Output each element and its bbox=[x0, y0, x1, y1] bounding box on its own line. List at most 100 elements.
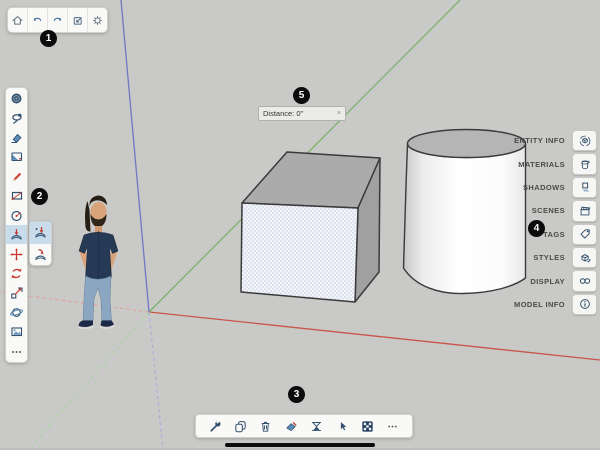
axis-green-negative bbox=[28, 312, 149, 450]
orbit-icon bbox=[9, 305, 24, 320]
undo-button[interactable] bbox=[28, 8, 48, 32]
tags-button[interactable] bbox=[572, 224, 597, 245]
paint-button[interactable] bbox=[281, 414, 301, 438]
more-icon bbox=[385, 419, 400, 434]
home-button[interactable] bbox=[8, 8, 28, 32]
push-pull-icon bbox=[33, 225, 48, 240]
move-tool[interactable] bbox=[6, 244, 27, 263]
solid-tools-button[interactable] bbox=[358, 414, 378, 438]
select-icon bbox=[9, 91, 24, 106]
materials-button[interactable] bbox=[572, 153, 597, 174]
scenes-button[interactable] bbox=[572, 200, 597, 221]
more-actions-button[interactable] bbox=[383, 414, 403, 438]
flip-button[interactable] bbox=[307, 414, 327, 438]
shadows-label: SHADOWS bbox=[523, 183, 565, 192]
callout-badge-2: 2 bbox=[31, 188, 48, 205]
callout-badge-1: 1 bbox=[40, 30, 57, 47]
cylinder-body[interactable] bbox=[404, 144, 526, 294]
display-label: DISPLAY bbox=[530, 277, 565, 286]
model-info-button[interactable] bbox=[572, 294, 597, 315]
display-button[interactable] bbox=[572, 270, 597, 291]
push-pull-tool[interactable] bbox=[6, 225, 27, 244]
eraser-tool[interactable] bbox=[6, 128, 27, 147]
shadows-button[interactable] bbox=[572, 177, 597, 198]
model-info-label: MODEL INFO bbox=[514, 300, 565, 309]
axis-red bbox=[149, 312, 600, 360]
duplicate-button[interactable] bbox=[230, 414, 250, 438]
materials-icon bbox=[578, 157, 592, 171]
push-pull-flyout bbox=[29, 221, 52, 266]
settings-button[interactable] bbox=[88, 8, 107, 32]
styles-icon bbox=[578, 251, 592, 265]
home-icon bbox=[11, 14, 24, 27]
box-top-face[interactable] bbox=[242, 152, 380, 208]
measurement-box[interactable]: Distance: 0" × bbox=[258, 106, 346, 121]
eraser-icon bbox=[9, 130, 24, 145]
sketchup-app-window: { "app_background": "#c9c9c7", "colors":… bbox=[0, 0, 600, 450]
lasso-tool[interactable] bbox=[6, 108, 27, 127]
select-tool[interactable] bbox=[6, 89, 27, 108]
axis-blue-negative bbox=[149, 312, 163, 450]
entity-info-button[interactable] bbox=[572, 130, 597, 151]
pencil-icon bbox=[9, 169, 24, 184]
arc-tool[interactable] bbox=[6, 206, 27, 225]
left-tool-rail bbox=[5, 87, 28, 363]
panel-row-shadows: SHADOWS bbox=[514, 177, 597, 198]
shapes-tool[interactable] bbox=[6, 186, 27, 205]
more-icon bbox=[9, 344, 24, 359]
home-indicator[interactable] bbox=[225, 443, 375, 447]
redo-button[interactable] bbox=[48, 8, 68, 32]
rectangle-icon bbox=[9, 188, 24, 203]
undo-icon bbox=[31, 14, 44, 27]
measurement-value: Distance: 0" bbox=[263, 109, 303, 118]
selected-box[interactable] bbox=[241, 152, 380, 302]
pencil-tool[interactable] bbox=[6, 167, 27, 186]
callout-badge-4: 4 bbox=[528, 220, 545, 237]
paint-tool[interactable] bbox=[6, 147, 27, 166]
box-front-face-selected[interactable] bbox=[241, 203, 358, 302]
flyout-push-pull[interactable] bbox=[30, 222, 51, 244]
styles-button[interactable] bbox=[572, 247, 597, 268]
export-button[interactable] bbox=[68, 8, 88, 32]
callout-badge-3: 3 bbox=[288, 386, 305, 403]
panel-row-model-info: MODEL INFO bbox=[514, 294, 597, 315]
move-icon bbox=[9, 247, 24, 262]
paint-bucket-icon bbox=[9, 149, 24, 164]
image-tool[interactable] bbox=[6, 322, 27, 341]
cylinder[interactable] bbox=[404, 130, 526, 294]
rotate-tool[interactable] bbox=[6, 264, 27, 283]
tags-icon bbox=[578, 227, 592, 241]
checker-icon bbox=[360, 419, 375, 434]
right-panel-rail: ENTITY INFO MATERIALS SHADOWS SCENE bbox=[514, 130, 597, 315]
info-icon bbox=[578, 297, 592, 311]
wrench-icon bbox=[208, 419, 223, 434]
styles-label: STYLES bbox=[533, 253, 565, 262]
cylinder-top-face[interactable] bbox=[408, 130, 526, 158]
paint-icon bbox=[284, 419, 299, 434]
top-toolbar bbox=[7, 7, 108, 33]
cursor-button[interactable] bbox=[332, 414, 352, 438]
scenes-icon bbox=[578, 204, 592, 218]
close-icon[interactable]: × bbox=[337, 110, 341, 117]
circle-icon bbox=[9, 208, 24, 223]
3d-viewport[interactable] bbox=[0, 0, 600, 450]
bottom-context-toolbar bbox=[195, 414, 413, 438]
rotate-icon bbox=[9, 266, 24, 281]
scale-icon bbox=[9, 285, 24, 300]
scale-tool[interactable] bbox=[6, 283, 27, 302]
panel-row-scenes: SCENES bbox=[514, 200, 597, 221]
orbit-tool[interactable] bbox=[6, 303, 27, 322]
more-tools[interactable] bbox=[6, 341, 27, 360]
panel-row-entity-info: ENTITY INFO bbox=[514, 130, 597, 151]
wrench-button[interactable] bbox=[205, 414, 225, 438]
panel-row-tags: TAGS bbox=[514, 224, 597, 245]
gear-icon bbox=[91, 14, 104, 27]
materials-label: MATERIALS bbox=[518, 160, 565, 169]
tags-label: TAGS bbox=[543, 230, 565, 239]
flip-hourglass-icon bbox=[309, 419, 324, 434]
redo-icon bbox=[51, 14, 64, 27]
trash-icon bbox=[258, 419, 273, 434]
flyout-offset[interactable] bbox=[30, 244, 51, 266]
delete-button[interactable] bbox=[256, 414, 276, 438]
person-scale-figure[interactable] bbox=[78, 196, 118, 330]
